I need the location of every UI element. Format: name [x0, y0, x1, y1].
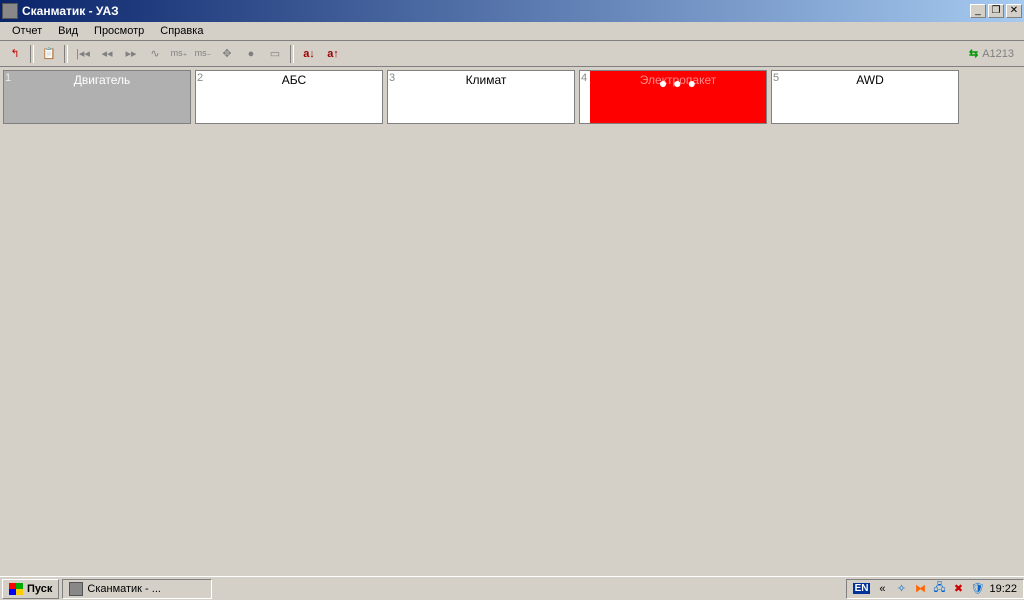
next-button[interactable]: ▸▸	[120, 43, 142, 65]
app-icon	[2, 3, 18, 19]
connection-icon: ⇆	[969, 47, 978, 60]
tray-alert-icon[interactable]: ✖	[951, 582, 965, 596]
tile-climate[interactable]: 3 Климат	[387, 70, 575, 124]
separator	[290, 45, 294, 63]
tile-number: 5	[772, 71, 782, 123]
menu-help[interactable]: Справка	[152, 23, 211, 39]
status-code: A1213	[982, 48, 1014, 60]
window-controls: _ ❐ ✕	[970, 4, 1022, 18]
start-button[interactable]: Пуск	[2, 579, 59, 599]
tile-electropaket[interactable]: 4 Электропакет ● ● ●	[579, 70, 767, 124]
tray-shield-icon[interactable]: 🛡	[970, 582, 984, 596]
windows-flag-icon	[9, 583, 23, 595]
clock[interactable]: 19:22	[989, 583, 1017, 595]
prev-button[interactable]: ◂◂	[96, 43, 118, 65]
maximize-button[interactable]: ❐	[988, 4, 1004, 18]
loading-dots-icon: ● ● ●	[590, 75, 766, 91]
menu-view[interactable]: Вид	[50, 23, 86, 39]
toolbar: ↰ 📋 |◂◂ ◂◂ ▸▸ ∿ ms₊ ms₋ ✥ ● ▭ a↓ a↑ ⇆ A1…	[0, 41, 1024, 67]
toolbar-status: ⇆ A1213	[969, 47, 1020, 60]
separator	[30, 45, 34, 63]
back-up-button[interactable]: ↰	[4, 43, 26, 65]
tile-abs[interactable]: 2 АБС	[195, 70, 383, 124]
move-button[interactable]: ✥	[216, 43, 238, 65]
first-button[interactable]: |◂◂	[72, 43, 94, 65]
clipboard-button[interactable]: 📋	[38, 43, 60, 65]
ms-plus-button[interactable]: ms₊	[168, 43, 190, 65]
menu-report[interactable]: Отчет	[4, 23, 50, 39]
tile-engine[interactable]: 1 Двигатель	[3, 70, 191, 124]
title-bar: Сканматик - УАЗ _ ❐ ✕	[0, 0, 1024, 22]
tray-bluetooth-icon[interactable]: ⧓	[913, 582, 927, 596]
tile-label: АБС	[206, 71, 382, 123]
tile-label: Климат	[398, 71, 574, 123]
tile-number: 4	[580, 71, 590, 123]
tile-number: 2	[196, 71, 206, 123]
record-button[interactable]: ●	[240, 43, 262, 65]
menu-bar: Отчет Вид Просмотр Справка	[0, 22, 1024, 41]
tray-network-icon[interactable]: 🖧	[932, 582, 946, 596]
separator	[64, 45, 68, 63]
tile-label: Двигатель	[14, 71, 190, 123]
tile-label: AWD	[782, 71, 958, 123]
tile-number: 1	[4, 71, 14, 123]
menu-browse[interactable]: Просмотр	[86, 23, 152, 39]
language-indicator[interactable]: EN	[853, 583, 871, 594]
taskbar-item-scanmatik[interactable]: Сканматик - ...	[62, 579, 212, 599]
ms-minus-button[interactable]: ms₋	[192, 43, 214, 65]
window-button[interactable]: ▭	[264, 43, 286, 65]
tray-device-icon[interactable]: ✧	[894, 582, 908, 596]
sort-up-button[interactable]: a↑	[322, 43, 344, 65]
wave-button[interactable]: ∿	[144, 43, 166, 65]
tile-awd[interactable]: 5 AWD	[771, 70, 959, 124]
taskbar: Пуск Сканматик - ... EN « ✧ ⧓ 🖧 ✖ 🛡 19:2…	[0, 576, 1024, 600]
task-icon	[69, 582, 83, 596]
content-area: 1 Двигатель 2 АБС 3 Климат 4 Электропаке…	[0, 67, 1024, 576]
close-button[interactable]: ✕	[1006, 4, 1022, 18]
tile-label: Электропакет ● ● ●	[590, 71, 766, 123]
minimize-button[interactable]: _	[970, 4, 986, 18]
window-title: Сканматик - УАЗ	[22, 4, 970, 18]
tile-number: 3	[388, 71, 398, 123]
start-label: Пуск	[27, 583, 52, 595]
tray-chevron-icon[interactable]: «	[875, 582, 889, 596]
sort-down-button[interactable]: a↓	[298, 43, 320, 65]
task-label: Сканматик - ...	[87, 583, 161, 595]
system-tray: EN « ✧ ⧓ 🖧 ✖ 🛡 19:22	[846, 579, 1024, 599]
